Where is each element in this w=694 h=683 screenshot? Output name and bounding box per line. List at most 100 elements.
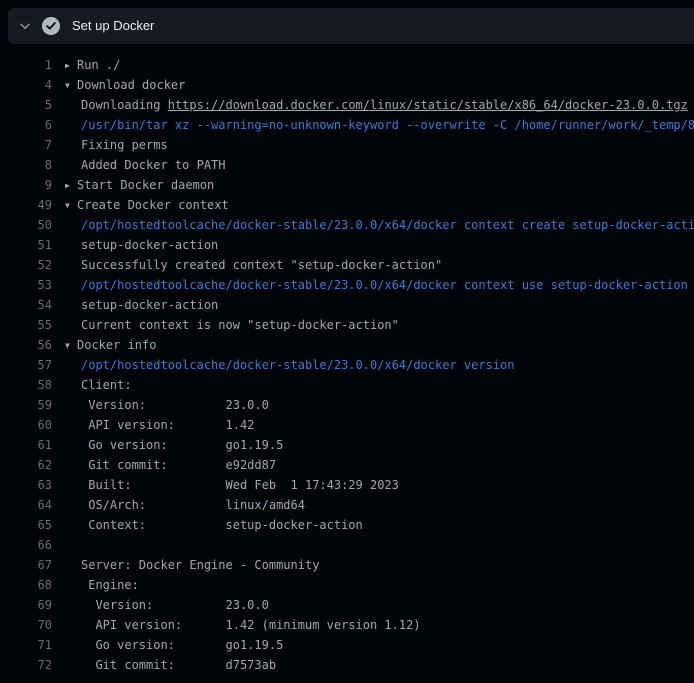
log-text: Version: 23.0.0 bbox=[81, 398, 269, 412]
log-text: Successfully created context "setup-dock… bbox=[81, 258, 442, 272]
line-number[interactable]: 51 bbox=[0, 235, 52, 255]
log-group-header[interactable]: 9 ▶Start Docker daemon bbox=[0, 175, 694, 195]
line-number[interactable]: 56 bbox=[0, 335, 52, 355]
line-number[interactable]: 57 bbox=[0, 355, 52, 375]
log-line: 8 Added Docker to PATH bbox=[0, 155, 694, 175]
log-text: Git commit: e92dd87 bbox=[81, 458, 276, 472]
log-text: Current context is now "setup-docker-act… bbox=[81, 318, 399, 332]
log-line: 67 Server: Docker Engine - Community bbox=[0, 555, 694, 575]
log-line: 61 Go version: go1.19.5 bbox=[0, 435, 694, 455]
line-number[interactable]: 6 bbox=[0, 115, 52, 135]
line-number[interactable]: 70 bbox=[0, 615, 52, 635]
line-number[interactable]: 71 bbox=[0, 635, 52, 655]
log-text: OS/Arch: linux/amd64 bbox=[81, 498, 305, 512]
log-line: 71 Go version: go1.19.5 bbox=[0, 635, 694, 655]
log-text: setup-docker-action bbox=[81, 298, 218, 312]
line-number[interactable]: 65 bbox=[0, 515, 52, 535]
line-number[interactable]: 69 bbox=[0, 595, 52, 615]
triangle-right-icon[interactable]: ▶ bbox=[65, 176, 77, 196]
log-text: Context: setup-docker-action bbox=[81, 518, 363, 532]
log-text: setup-docker-action bbox=[81, 238, 218, 252]
line-number[interactable]: 67 bbox=[0, 555, 52, 575]
line-number[interactable]: 54 bbox=[0, 295, 52, 315]
check-circle-icon bbox=[42, 17, 60, 35]
line-number[interactable]: 72 bbox=[0, 655, 52, 675]
log-text: Built: Wed Feb 1 17:43:29 2023 bbox=[81, 478, 399, 492]
log-line: 66 bbox=[0, 535, 694, 555]
triangle-down-icon[interactable]: ▼ bbox=[65, 336, 77, 356]
group-title: Download docker bbox=[77, 78, 185, 92]
line-number[interactable]: 58 bbox=[0, 375, 52, 395]
log-line: 54 setup-docker-action bbox=[0, 295, 694, 315]
line-number[interactable]: 5 bbox=[0, 95, 52, 115]
log-line: 57/opt/hostedtoolcache/docker-stable/23.… bbox=[0, 355, 694, 375]
line-number[interactable]: 64 bbox=[0, 495, 52, 515]
log-line: 65 Context: setup-docker-action bbox=[0, 515, 694, 535]
log-group-header[interactable]: 4 ▼Download docker bbox=[0, 75, 694, 95]
log-line: 51 setup-docker-action bbox=[0, 235, 694, 255]
log-text: API version: 1.42 (minimum version 1.12) bbox=[81, 618, 421, 632]
log-text: Server: Docker Engine - Community bbox=[81, 558, 319, 572]
line-number[interactable]: 50 bbox=[0, 215, 52, 235]
step-header[interactable]: Set up Docker bbox=[8, 8, 694, 44]
log-text: Version: 23.0.0 bbox=[81, 598, 269, 612]
chevron-down-icon[interactable] bbox=[8, 19, 42, 33]
triangle-right-icon[interactable]: ▶ bbox=[65, 56, 77, 76]
log-text: Downloading bbox=[81, 98, 168, 112]
log-line: 70 API version: 1.42 (minimum version 1.… bbox=[0, 615, 694, 635]
line-number[interactable]: 52 bbox=[0, 255, 52, 275]
line-number[interactable]: 55 bbox=[0, 315, 52, 335]
log-text: /opt/hostedtoolcache/docker-stable/23.0.… bbox=[81, 278, 688, 292]
line-number[interactable]: 53 bbox=[0, 275, 52, 295]
log-line: 63 Built: Wed Feb 1 17:43:29 2023 bbox=[0, 475, 694, 495]
log-text: Engine: bbox=[81, 578, 139, 592]
line-number[interactable]: 61 bbox=[0, 435, 52, 455]
log-text: Client: bbox=[81, 378, 132, 392]
log-line: 69 Version: 23.0.0 bbox=[0, 595, 694, 615]
line-number[interactable]: 68 bbox=[0, 575, 52, 595]
log-text: /opt/hostedtoolcache/docker-stable/23.0.… bbox=[81, 218, 694, 232]
log-text: /opt/hostedtoolcache/docker-stable/23.0.… bbox=[81, 358, 514, 372]
line-number[interactable]: 1 bbox=[0, 55, 52, 75]
triangle-down-icon[interactable]: ▼ bbox=[65, 196, 77, 216]
log-line: 58 Client: bbox=[0, 375, 694, 395]
line-number[interactable]: 60 bbox=[0, 415, 52, 435]
log-line: 7 Fixing perms bbox=[0, 135, 694, 155]
log-line: 55 Current context is now "setup-docker-a… bbox=[0, 315, 694, 335]
line-number[interactable]: 62 bbox=[0, 455, 52, 475]
group-title: Start Docker daemon bbox=[77, 178, 214, 192]
log-line: 59 Version: 23.0.0 bbox=[0, 395, 694, 415]
log-text: Git commit: d7573ab bbox=[81, 658, 276, 672]
log-text: API version: 1.42 bbox=[81, 418, 254, 432]
log-text: Fixing perms bbox=[81, 138, 168, 152]
step-title: Set up Docker bbox=[72, 8, 154, 44]
log-line: 53/opt/hostedtoolcache/docker-stable/23.… bbox=[0, 275, 694, 295]
log-line: 64 OS/Arch: linux/amd64 bbox=[0, 495, 694, 515]
log-line: 60 API version: 1.42 bbox=[0, 415, 694, 435]
log-group-header[interactable]: 1▶Run ./ bbox=[0, 55, 694, 75]
log-line: 52 Successfully created context "setup-do… bbox=[0, 255, 694, 275]
line-number[interactable]: 59 bbox=[0, 395, 52, 415]
line-number[interactable]: 7 bbox=[0, 135, 52, 155]
line-number[interactable]: 49 bbox=[0, 195, 52, 215]
line-number[interactable]: 66 bbox=[0, 535, 52, 555]
line-number[interactable]: 9 bbox=[0, 175, 52, 195]
log-line: 62 Git commit: e92dd87 bbox=[0, 455, 694, 475]
log-group-header[interactable]: 49 ▼Create Docker context bbox=[0, 195, 694, 215]
triangle-down-icon[interactable]: ▼ bbox=[65, 76, 77, 96]
line-number[interactable]: 4 bbox=[0, 75, 52, 95]
log-text: Go version: go1.19.5 bbox=[81, 638, 283, 652]
log-text: /usr/bin/tar xz --warning=no-unknown-key… bbox=[81, 118, 694, 132]
log-line: 72 Git commit: d7573ab bbox=[0, 655, 694, 675]
line-number[interactable]: 8 bbox=[0, 155, 52, 175]
log-text: Added Docker to PATH bbox=[81, 158, 226, 172]
log-link[interactable]: https://download.docker.com/linux/static… bbox=[168, 98, 688, 112]
log-text: Go version: go1.19.5 bbox=[81, 438, 283, 452]
log-group-header[interactable]: 56▼Docker info bbox=[0, 335, 694, 355]
log-line: 6/usr/bin/tar xz --warning=no-unknown-ke… bbox=[0, 115, 694, 135]
log-lines: 1▶Run ./4▼Download docker5Downloading ht… bbox=[0, 44, 694, 675]
group-title: Create Docker context bbox=[77, 198, 229, 212]
line-number[interactable]: 63 bbox=[0, 475, 52, 495]
log-line: 50/opt/hostedtoolcache/docker-stable/23.… bbox=[0, 215, 694, 235]
log-line: 68 Engine: bbox=[0, 575, 694, 595]
